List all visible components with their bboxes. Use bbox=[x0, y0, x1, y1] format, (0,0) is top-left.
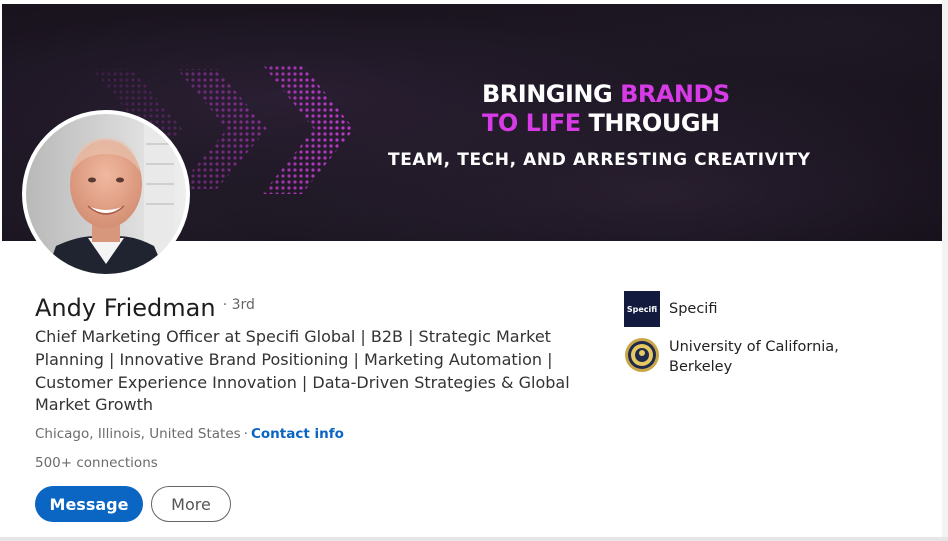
profile-card: BRINGING BRANDS TO LIFE THROUGH TEAM, TE… bbox=[0, 0, 948, 541]
more-button[interactable]: More bbox=[151, 486, 231, 522]
message-button[interactable]: Message bbox=[35, 486, 143, 522]
name-row: Andy Friedman · 3rd bbox=[35, 294, 255, 322]
connections-count: 500+ connections bbox=[35, 455, 158, 471]
connection-degree: · 3rd bbox=[222, 297, 255, 313]
school-name: University of California, Berkeley bbox=[669, 339, 839, 375]
profile-name: Andy Friedman bbox=[35, 294, 216, 322]
banner-headline: BRINGING BRANDS TO LIFE THROUGH bbox=[482, 80, 730, 138]
current-company[interactable]: Specifi Specifi bbox=[624, 291, 717, 327]
banner-headline-part1: BRINGING bbox=[482, 80, 621, 108]
location-separator: · bbox=[243, 426, 248, 442]
specifi-logo-icon: Specifi bbox=[624, 291, 660, 327]
contact-info-link[interactable]: Contact info bbox=[251, 426, 344, 442]
banner-headline-highlight1: BRANDS bbox=[620, 80, 730, 108]
banner-subline: TEAM, TECH, AND ARRESTING CREATIVITY bbox=[388, 150, 811, 170]
education-school[interactable]: University of California, Berkeley bbox=[624, 337, 849, 377]
window-right-edge bbox=[942, 0, 948, 541]
profile-avatar[interactable] bbox=[22, 110, 190, 278]
banner-headline-part2: THROUGH bbox=[580, 109, 720, 137]
profile-location: Chicago, Illinois, United States bbox=[35, 426, 241, 442]
avatar-photo bbox=[26, 114, 186, 274]
banner-headline-highlight2: TO LIFE bbox=[482, 109, 581, 137]
window-bottom-edge bbox=[0, 537, 948, 541]
uc-berkeley-seal-icon bbox=[625, 338, 659, 372]
location-row: Chicago, Illinois, United States · Contact… bbox=[35, 426, 344, 442]
profile-headline: Chief Marketing Officer at Specifi Globa… bbox=[35, 327, 570, 415]
company-name: Specifi bbox=[669, 301, 718, 317]
